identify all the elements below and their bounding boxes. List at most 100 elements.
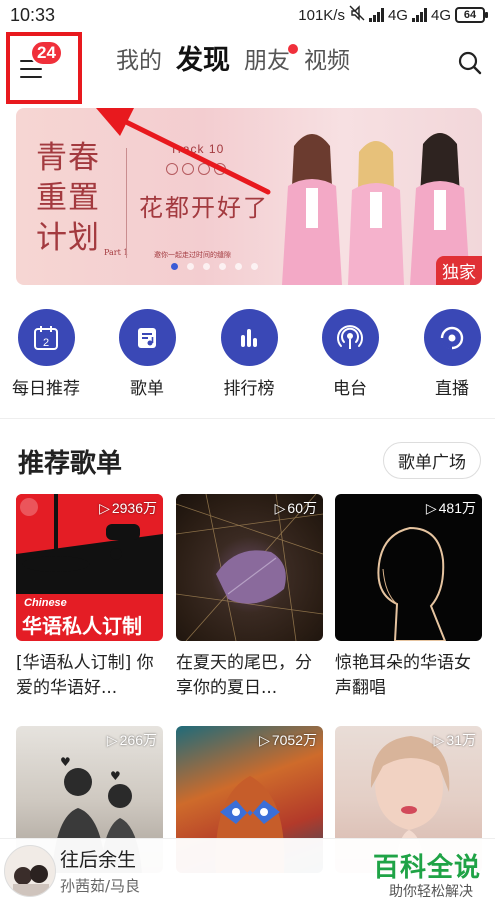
- battery-level: 64: [463, 9, 477, 21]
- nav-tabs: 我的 发现 朋友 视频: [116, 44, 350, 78]
- banner-title-line: 青春: [36, 140, 100, 176]
- svg-text:♥: ♥: [110, 769, 121, 783]
- playlist-cover: ▷ 60万: [176, 494, 323, 641]
- mini-player[interactable]: 往后余生 孙茜茹/马良 百科全说 助你轻松解决: [0, 838, 495, 908]
- play-count-value: 481万: [438, 500, 476, 516]
- playlist-cover: ▷ 481万: [335, 494, 482, 641]
- top-nav: 24 我的 发现 朋友 视频: [0, 32, 495, 104]
- play-count: ▷ 481万: [426, 498, 476, 518]
- playlist-title: [华语私人订制] 你爱的华语好...: [16, 653, 154, 698]
- watermark-title: 百科全说: [372, 853, 481, 883]
- play-count-value: 31万: [446, 732, 476, 748]
- quick-label: 直播: [435, 379, 469, 399]
- live-icon: [423, 309, 481, 366]
- tab-label: 朋友: [244, 48, 290, 74]
- watermark-subtitle: 助你轻松解决: [389, 884, 473, 900]
- playlist-card[interactable]: Chinese 华语私人订制 ▷ 2936万 [华语私人订制] 你爱的华语好...: [16, 494, 163, 701]
- quick-label: 每日推荐: [12, 379, 80, 399]
- section-title: 推荐歌单: [18, 449, 123, 479]
- status-indicators: 101K/s 4G 4G 64: [298, 5, 488, 25]
- banner-emblems: [166, 163, 226, 175]
- playlist-title: 在夏天的尾巴，分享你的夏日...: [176, 653, 312, 698]
- radio-icon: [321, 309, 379, 366]
- menu-button[interactable]: 24: [6, 32, 82, 104]
- play-count: ▷ 2936万: [99, 498, 157, 518]
- play-count: ▷ 266万: [107, 730, 157, 750]
- banner-divider: [126, 148, 127, 258]
- banner-title: 青春 重置 计划: [36, 138, 100, 258]
- album-art: [4, 845, 56, 897]
- banner-subline: 邀你一起走过时间的缝隙: [154, 251, 231, 259]
- playlist-button[interactable]: 歌单: [107, 309, 187, 399]
- promo-banner[interactable]: 青春 重置 计划 Part 1 Track 10 花都开好了 邀你一起走过时间的…: [16, 108, 482, 285]
- banner-track: Track 10: [170, 142, 225, 156]
- status-time: 10:33: [10, 4, 56, 25]
- tab-label: 发现: [176, 45, 230, 76]
- radio-button[interactable]: 电台: [310, 309, 390, 399]
- calendar-icon: 2: [17, 309, 75, 366]
- cover-tag: Chinese: [24, 597, 67, 609]
- calendar-day: 2: [43, 337, 49, 349]
- play-icon: ▷: [99, 499, 110, 516]
- play-count: ▷ 60万: [275, 498, 317, 518]
- cover-text: 华语私人订制: [22, 614, 142, 638]
- network-type-2: 4G: [430, 6, 451, 24]
- playlist-cover: Chinese 华语私人订制 ▷ 2936万: [16, 494, 163, 641]
- network-type-1: 4G: [387, 6, 408, 24]
- menu-badge: 24: [30, 40, 63, 66]
- play-icon: ▷: [106, 731, 118, 748]
- playlist-card[interactable]: ▷ 60万 在夏天的尾巴，分享你的夏日...: [176, 494, 323, 701]
- tab-friends[interactable]: 朋友: [244, 44, 298, 78]
- signal-icon: [368, 8, 384, 22]
- page-dot[interactable]: [170, 263, 178, 270]
- search-button[interactable]: [455, 48, 485, 78]
- chart-bars-icon: [220, 309, 278, 366]
- quick-label: 电台: [333, 379, 367, 399]
- tab-label: 我的: [116, 48, 162, 74]
- network-speed: 101K/s: [298, 6, 345, 24]
- playlist-icon: [118, 309, 176, 366]
- play-count-value: 60万: [287, 500, 317, 516]
- quick-actions: 2 每日推荐 歌单 排行榜 电台 直播: [0, 309, 495, 399]
- notification-dot: [288, 44, 298, 54]
- player-song-title: 往后余生: [60, 849, 137, 871]
- quick-label: 排行榜: [223, 379, 275, 399]
- play-count-value: 2936万: [111, 500, 157, 516]
- live-button[interactable]: 直播: [412, 309, 492, 399]
- page-dot[interactable]: [234, 263, 242, 270]
- tab-discover[interactable]: 发现: [176, 44, 230, 78]
- netease-logo-icon: [20, 498, 38, 516]
- play-count: ▷ 31万: [434, 730, 476, 750]
- playlist-card[interactable]: ▷ 481万 惊艳耳朵的华语女声翻唱: [335, 494, 482, 701]
- play-icon: ▷: [259, 731, 270, 748]
- page-dot[interactable]: [250, 263, 258, 270]
- playlist-title: 惊艳耳朵的华语女声翻唱: [335, 653, 471, 698]
- signal-icon-2: [411, 8, 427, 22]
- page-dot[interactable]: [218, 263, 226, 270]
- divider: [0, 418, 495, 419]
- charts-button[interactable]: 排行榜: [209, 309, 289, 399]
- player-artist: 孙茜茹/马良: [60, 877, 141, 895]
- play-count: ▷ 7052万: [259, 730, 317, 750]
- play-count-value: 266万: [119, 732, 157, 748]
- play-icon: ▷: [425, 499, 437, 516]
- tab-mine[interactable]: 我的: [116, 44, 162, 78]
- play-icon: ▷: [274, 499, 286, 516]
- banner-headline: 花都开好了: [139, 194, 269, 222]
- play-count-value: 7052万: [271, 732, 317, 748]
- daily-recommend-button[interactable]: 2 每日推荐: [6, 309, 86, 399]
- banner-title-line: 重置: [36, 180, 100, 216]
- exclusive-badge: 独家: [436, 256, 482, 285]
- tab-label: 视频: [304, 48, 350, 74]
- banner-pagination: [16, 263, 482, 270]
- banner-title-line: 计划: [36, 220, 100, 256]
- svg-text:♥: ♥: [60, 755, 71, 769]
- playlist-square-button[interactable]: 歌单广场: [383, 442, 481, 479]
- battery-icon: 64: [455, 7, 488, 23]
- quick-label: 歌单: [130, 379, 164, 399]
- tab-video[interactable]: 视频: [304, 44, 350, 78]
- play-icon: ▷: [433, 731, 445, 748]
- page-dot[interactable]: [186, 263, 194, 270]
- banner-part: Part 1: [104, 248, 129, 257]
- page-dot[interactable]: [202, 263, 210, 270]
